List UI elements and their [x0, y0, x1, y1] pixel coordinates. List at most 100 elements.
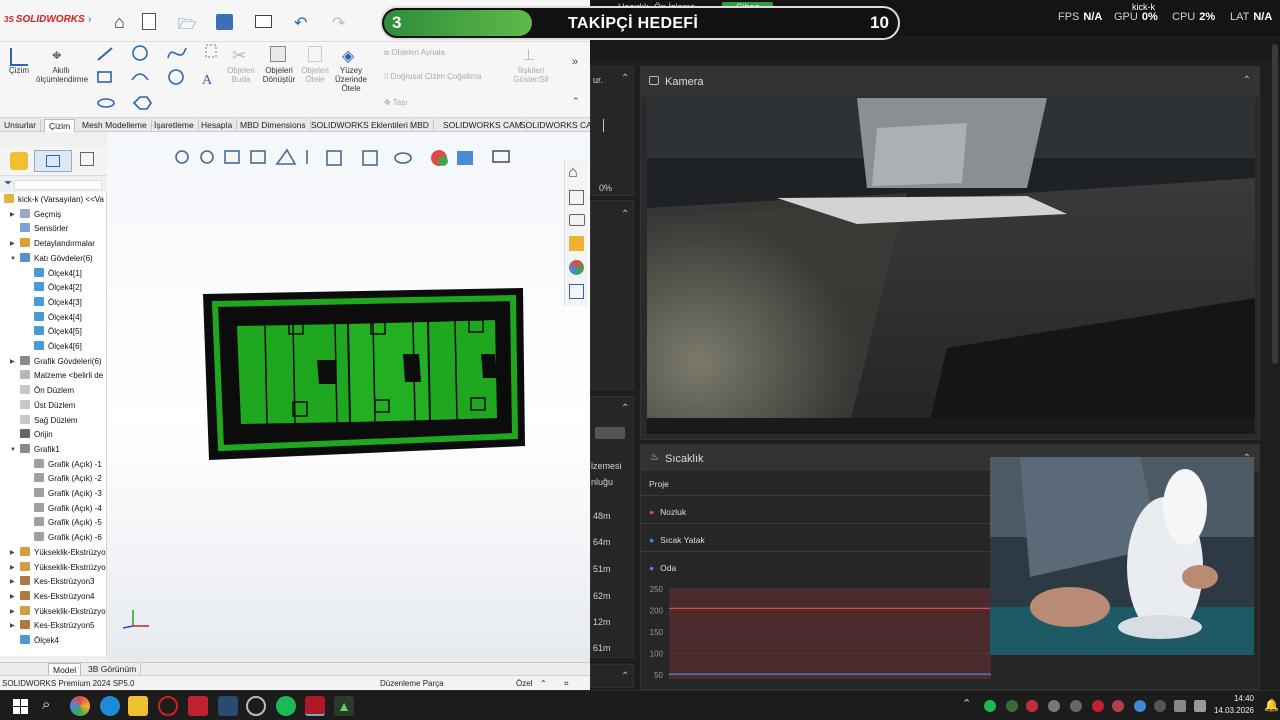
tree-filter-input[interactable] — [14, 180, 102, 190]
tree-item[interactable]: Ölçek4[2] — [34, 282, 82, 294]
tab-solidworks-cam[interactable]: SOLIDWORKS CAM — [439, 119, 527, 132]
graphics-viewport[interactable] — [107, 132, 590, 662]
app-github-icon[interactable] — [246, 696, 266, 716]
clock-time[interactable]: 14:40 — [1214, 694, 1254, 703]
tab-isaretleme[interactable]: İşaretleme — [150, 119, 199, 132]
convert-entities-icon[interactable] — [270, 46, 286, 62]
tree-item[interactable]: Orijin — [20, 429, 53, 441]
tray-app-icon[interactable] — [1006, 700, 1018, 712]
tab-mbd[interactable]: MBD — [406, 119, 434, 132]
tree-item[interactable]: Ölçek4[4] — [34, 311, 82, 324]
tab-hesapla[interactable]: Hesapla — [197, 119, 238, 132]
unit-system[interactable]: Özel — [516, 679, 532, 688]
tree-item[interactable]: ▶ Kes-Ekstrüzyon5 — [10, 620, 94, 632]
polygon-icon[interactable] — [132, 96, 152, 110]
move-entities[interactable]: ✥ Taşı — [384, 98, 407, 107]
section-view-icon[interactable] — [250, 150, 266, 164]
kick-model[interactable] — [197, 286, 527, 466]
tray-spotify-icon[interactable] — [984, 700, 996, 712]
configuration-manager-icon[interactable] — [80, 152, 94, 166]
smart-dimension-icon[interactable]: ⌖ — [52, 46, 62, 66]
tree-item[interactable]: ▶ Kes-Ekstrüzyon4 — [10, 590, 94, 603]
view-settings-icon[interactable] — [492, 150, 510, 163]
tray-expand-icon[interactable]: ⌃ — [962, 697, 971, 710]
smart-dimension-label[interactable]: Akıllı ölçümlendirme — [36, 66, 88, 84]
design-library-icon[interactable] — [569, 190, 584, 205]
offset-on-surface-icon[interactable]: ◈ — [342, 46, 354, 66]
tab-solidworks-eklentileri[interactable]: SOLIDWORKS Eklentileri — [307, 119, 413, 132]
tree-item[interactable]: ▶ Grafik Gövdeleri(6) — [10, 355, 102, 368]
convert-entities-label[interactable]: Objeleri Dönüştür — [260, 66, 298, 84]
tree-item[interactable]: Grafik (Açık) -5 — [34, 517, 102, 529]
home-icon[interactable]: ⌂ — [114, 12, 125, 33]
trim-icon[interactable]: ✂ — [232, 46, 246, 66]
offset-on-surface-label[interactable]: Yüzey Üzerinde Ötele — [332, 66, 370, 93]
tree-item[interactable]: ▶ Yükseklik-Ekstrüzyon — [10, 605, 106, 618]
tree-item[interactable]: kick-k (Varsayılan) <<Va — [4, 194, 104, 206]
previous-view-icon[interactable] — [224, 150, 240, 164]
appearances-icon[interactable] — [569, 260, 584, 275]
collapsed-arrow-icon[interactable]: ▶ — [10, 356, 15, 368]
tree-item[interactable]: Ön Düzlem — [20, 385, 74, 397]
undo-icon[interactable]: ↶ — [294, 13, 307, 33]
collapsed-arrow-icon[interactable]: ▶ — [10, 591, 15, 603]
collapsed-arrow-icon[interactable]: ▶ — [10, 547, 15, 559]
notification-bell-icon[interactable]: 🔔 — [1264, 698, 1279, 712]
ribbon-more-icon[interactable]: » — [572, 56, 578, 68]
line-icon[interactable] — [97, 47, 113, 61]
tab-solidworks-cam-tbm[interactable]: SOLIDWORKS CA... — [516, 119, 604, 132]
circle-icon[interactable] — [132, 45, 148, 61]
hide-show-icon[interactable] — [362, 150, 378, 166]
collapse-chevron-icon[interactable]: ⌃ — [1243, 75, 1251, 86]
tree-item[interactable]: Ölçek4[6] — [34, 341, 82, 353]
tree-item[interactable]: Grafik (Açık) -3 — [34, 488, 102, 500]
app-triangle-icon[interactable]: ▲ — [334, 696, 354, 716]
tab-mbd-dimensions[interactable]: MBD Dimensions — [236, 119, 311, 132]
tray-app-icon[interactable] — [1092, 700, 1104, 712]
print-icon[interactable] — [255, 15, 272, 28]
save-icon[interactable] — [216, 14, 233, 30]
offset-icon[interactable] — [205, 44, 217, 58]
visibility-icon[interactable] — [394, 152, 412, 164]
tray-app-icon[interactable] — [1026, 700, 1038, 712]
tray-app-icon[interactable] — [1070, 700, 1082, 712]
wifi-icon[interactable] — [1174, 700, 1186, 712]
small-button[interactable] — [595, 427, 625, 439]
ribbon-collapse-icon[interactable]: ⌃ — [572, 96, 580, 107]
menu-arrow-icon[interactable]: › — [88, 14, 91, 25]
rectangle-icon[interactable] — [97, 71, 112, 83]
sketch-icon[interactable] — [10, 48, 28, 66]
ellipse-icon[interactable] — [168, 69, 184, 85]
opera-icon[interactable] — [158, 696, 178, 716]
tab-mesh-modelleme[interactable]: Mesh Modelleme — [78, 119, 152, 132]
custom-properties-icon[interactable] — [569, 284, 584, 299]
offset-entities-label[interactable]: Objeleri Ötele — [298, 66, 332, 84]
expanded-arrow-icon[interactable]: ▼ — [10, 253, 16, 265]
new-document-icon[interactable] — [142, 13, 156, 30]
arc-icon[interactable] — [131, 73, 149, 81]
status-help-icon[interactable]: ⌗ — [564, 679, 569, 689]
view-palette-icon[interactable] — [569, 236, 584, 251]
solidworks-taskbar-icon[interactable] — [305, 696, 325, 716]
collapse-chevron-icon[interactable]: ⌃ — [621, 403, 629, 414]
tree-item[interactable]: ▶ Detaylandırmalar — [10, 238, 95, 250]
open-folder-icon[interactable]: 🗁 — [178, 14, 197, 39]
sketch-button-label[interactable]: Çizim — [4, 66, 34, 75]
tray-steam-icon[interactable] — [1134, 700, 1146, 712]
edge-icon[interactable] — [100, 696, 120, 716]
tab-cizim[interactable]: Çizim — [44, 119, 76, 132]
start-icon[interactable] — [13, 699, 28, 714]
zoom-to-area-icon[interactable] — [200, 150, 214, 164]
mirror-entities[interactable]: ⧈ Objeleri Aynala — [384, 48, 445, 57]
tree-item[interactable]: ▼ Grafik1 — [10, 443, 60, 456]
feature-manager-icon[interactable] — [10, 152, 28, 170]
tree-item[interactable]: Grafik (Açık) -2 — [34, 473, 102, 485]
expanded-arrow-icon[interactable]: ▼ — [10, 444, 16, 456]
app-red-icon[interactable] — [188, 696, 208, 716]
tree-item[interactable]: Grafik (Açık) -6 — [34, 532, 102, 544]
tree-item[interactable]: Malzeme <belirli de — [20, 370, 103, 382]
tree-item[interactable]: Ölçek4[3] — [34, 296, 82, 309]
copilot-icon[interactable] — [70, 696, 90, 716]
linear-pattern[interactable]: ⁞⁞ Doğrusal Çizim Çoğaltma — [384, 72, 481, 81]
tab-unsurlar[interactable]: Unsurlar — [0, 119, 42, 132]
